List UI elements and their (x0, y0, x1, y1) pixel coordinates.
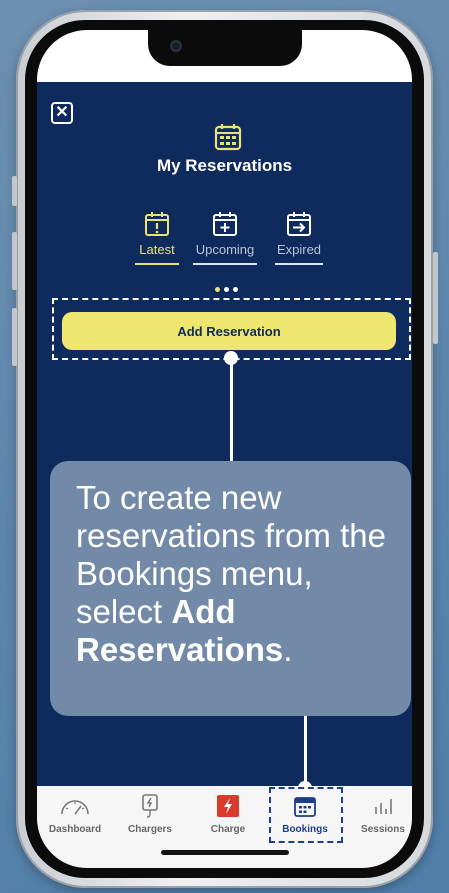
pager-dot-active (215, 287, 220, 292)
tab-latest[interactable]: Latest (125, 210, 189, 265)
volume-up-button (12, 232, 17, 290)
nav-charge[interactable]: Charge (193, 794, 263, 835)
calendar-alert-icon (145, 212, 169, 236)
charger-plug-icon (142, 794, 158, 818)
connector-line-bottom (304, 716, 307, 788)
pager-dots (215, 287, 243, 293)
connector-dot-top (224, 351, 238, 365)
phone-screen: 15:59 ✕ My Reservations Latest Upcoming … (37, 30, 412, 868)
nav-charge-label: Charge (210, 824, 246, 835)
mute-switch (12, 176, 17, 206)
calendar-plus-icon (213, 212, 237, 236)
tab-upcoming[interactable]: Upcoming (193, 210, 257, 265)
tab-latest-label: Latest (139, 242, 175, 257)
tab-upcoming-label: Upcoming (195, 242, 255, 257)
tutorial-tooltip: To create new reservations from the Book… (50, 461, 411, 716)
pager-dot (224, 287, 229, 292)
calendar-grid-icon (214, 124, 242, 151)
close-icon: ✕ (55, 104, 69, 121)
close-button[interactable]: ✕ (51, 102, 73, 124)
pager-dot (233, 287, 238, 292)
home-indicator (161, 850, 289, 855)
tab-upcoming-underline (193, 263, 257, 265)
status-time: 15:59 (69, 52, 105, 68)
calendar-arrow-icon (287, 212, 311, 236)
power-button (433, 252, 438, 344)
nav-sessions-label: Sessions (361, 824, 405, 835)
status-icons (336, 56, 384, 65)
nav-sessions[interactable]: Sessions (348, 794, 412, 835)
camera-icon (170, 40, 182, 52)
tooltip-text-end: . (283, 631, 293, 668)
lightning-icon (217, 795, 239, 817)
highlight-bookings (269, 787, 343, 843)
gauge-icon (61, 800, 89, 815)
bottom-nav: Dashboard Chargers Charge Bookings Sessi… (37, 786, 412, 868)
tab-expired-label: Expired (276, 242, 322, 257)
nav-chargers-label: Chargers (128, 824, 172, 835)
volume-down-button (12, 308, 17, 366)
tab-expired[interactable]: Expired (267, 210, 331, 265)
page-title: My Reservations (156, 156, 293, 175)
nav-dashboard-label: Dashboard (48, 824, 102, 835)
nav-dashboard[interactable]: Dashboard (40, 794, 110, 835)
bar-chart-icon (375, 799, 392, 814)
connector-line-top (230, 358, 233, 461)
tab-latest-underline (135, 263, 179, 265)
tab-expired-underline (275, 263, 323, 265)
nav-chargers[interactable]: Chargers (115, 794, 185, 835)
